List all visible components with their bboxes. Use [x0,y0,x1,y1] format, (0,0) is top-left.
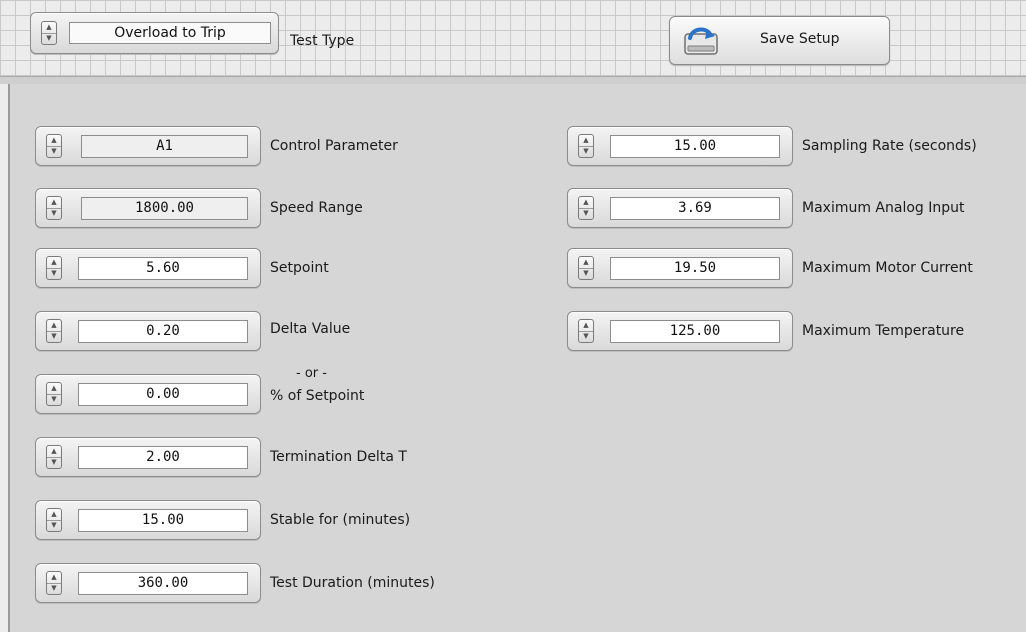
control-label: Stable for (minutes) [270,512,411,528]
numeric-value-field[interactable]: A1 [81,135,248,158]
value-spinner[interactable]: ▲ ▼ [46,445,62,469]
spinner-down-icon[interactable]: ▼ [47,146,61,157]
numeric-value-field[interactable]: 3.69 [610,197,780,220]
left-numeric-control[interactable]: ▲ ▼ 0.20 [35,311,261,351]
spinner-down-icon[interactable]: ▼ [47,268,61,279]
left-numeric-control[interactable]: ▲ ▼ A1 [35,126,261,166]
value-spinner[interactable]: ▲ ▼ [46,508,62,532]
spinner-down-icon[interactable]: ▼ [579,331,593,342]
test-type-spinner[interactable]: ▲ ▼ [41,21,57,45]
value-spinner[interactable]: ▲ ▼ [46,134,62,158]
spinner-down-icon[interactable]: ▼ [579,268,593,279]
left-numeric-control[interactable]: ▲ ▼ 2.00 [35,437,261,477]
numeric-value-field[interactable]: 5.60 [78,257,248,280]
control-label: Delta Value [270,321,351,337]
value-spinner[interactable]: ▲ ▼ [46,256,62,280]
numeric-value-field[interactable]: 19.50 [610,257,780,280]
save-setup-label: Save Setup [760,31,840,47]
spinner-down-icon[interactable]: ▼ [47,457,61,468]
test-type-value[interactable]: Overload to Trip [69,22,271,44]
value-spinner[interactable]: ▲ ▼ [46,571,62,595]
numeric-value-field[interactable]: 15.00 [78,509,248,532]
numeric-value-field[interactable]: 15.00 [610,135,780,158]
test-type-label: Test Type [290,33,355,49]
left-numeric-control[interactable]: ▲ ▼ 15.00 [35,500,261,540]
spinner-down-icon[interactable]: ▼ [47,331,61,342]
control-label: Maximum Temperature [802,323,965,339]
right-numeric-control[interactable]: ▲ ▼ 3.69 [567,188,793,228]
spinner-down-icon[interactable]: ▼ [47,520,61,531]
value-spinner[interactable]: ▲ ▼ [46,382,62,406]
numeric-value-field[interactable]: 1800.00 [81,197,248,220]
spinner-down-icon[interactable]: ▼ [47,208,61,219]
value-spinner[interactable]: ▲ ▼ [578,196,594,220]
control-label: Maximum Analog Input [802,200,965,216]
control-label: Speed Range [270,200,363,216]
value-spinner[interactable]: ▲ ▼ [46,196,62,220]
control-label: Termination Delta T [270,449,407,465]
left-numeric-control[interactable]: ▲ ▼ 5.60 [35,248,261,288]
value-spinner[interactable]: ▲ ▼ [46,319,62,343]
numeric-value-field[interactable]: 0.20 [78,320,248,343]
save-setup-button[interactable]: Save Setup [669,16,890,65]
control-label: % of Setpoint [270,388,365,404]
panel-left-margin [0,84,8,632]
left-numeric-control[interactable]: ▲ ▼ 360.00 [35,563,261,603]
control-label: Control Parameter [270,138,398,154]
spinner-down-icon[interactable]: ▼ [579,146,593,157]
value-spinner[interactable]: ▲ ▼ [578,319,594,343]
control-label: Test Duration (minutes) [270,575,435,591]
settings-panel [8,84,1026,632]
right-numeric-control[interactable]: ▲ ▼ 125.00 [567,311,793,351]
left-numeric-control[interactable]: ▲ ▼ 1800.00 [35,188,261,228]
control-label: Maximum Motor Current [802,260,973,276]
save-disk-arrow-icon [684,27,718,55]
left-numeric-control[interactable]: ▲ ▼ 0.00 [35,374,261,414]
numeric-value-field[interactable]: 2.00 [78,446,248,469]
test-type-selector[interactable]: ▲ ▼ Overload to Trip [30,12,279,54]
right-numeric-control[interactable]: ▲ ▼ 15.00 [567,126,793,166]
control-label: Sampling Rate (seconds) [802,138,977,154]
value-spinner[interactable]: ▲ ▼ [578,256,594,280]
spinner-down-icon[interactable]: ▼ [47,583,61,594]
numeric-value-field[interactable]: 0.00 [78,383,248,406]
or-separator: - or - [296,366,327,381]
numeric-value-field[interactable]: 360.00 [78,572,248,595]
control-label: Setpoint [270,260,329,276]
spinner-down-icon[interactable]: ▼ [42,33,56,44]
spinner-down-icon[interactable]: ▼ [47,394,61,405]
right-numeric-control[interactable]: ▲ ▼ 19.50 [567,248,793,288]
value-spinner[interactable]: ▲ ▼ [578,134,594,158]
numeric-value-field[interactable]: 125.00 [610,320,780,343]
spinner-down-icon[interactable]: ▼ [579,208,593,219]
